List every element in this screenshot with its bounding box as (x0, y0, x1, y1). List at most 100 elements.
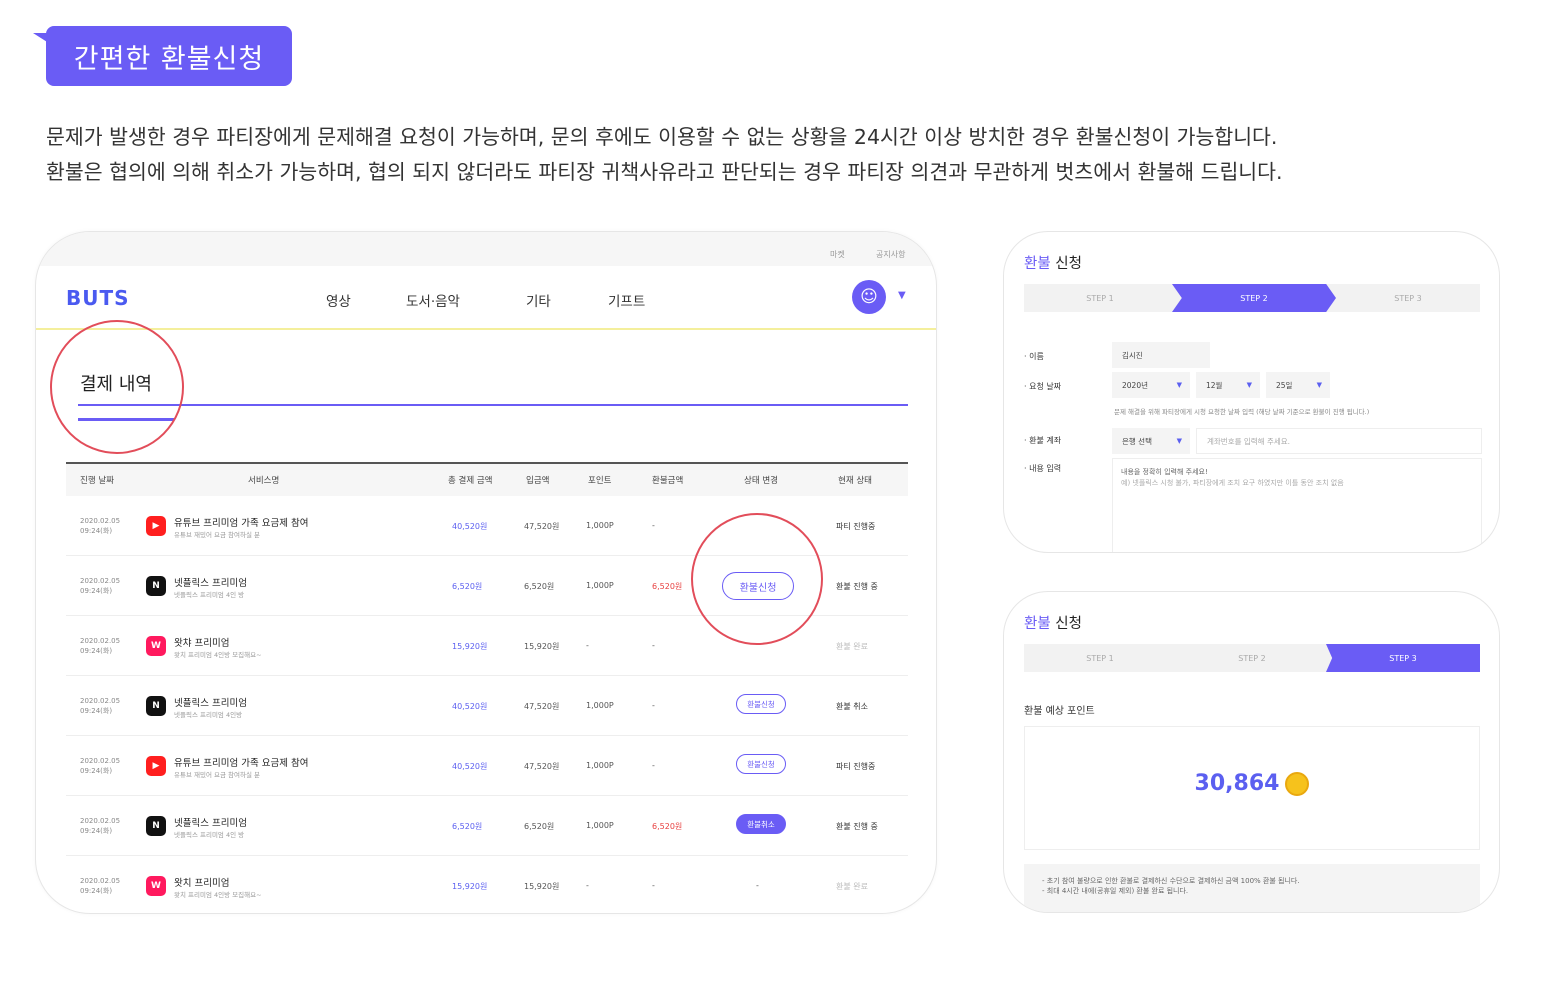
total-amount: 40,520원 (452, 522, 488, 531)
highlight-circle (691, 513, 823, 645)
total-amount: 15,920원 (452, 642, 488, 651)
bank-select[interactable]: 은행 선택 ▼ (1112, 428, 1190, 454)
notice-line-2: - 최대 4시간 내에(공휴일 제외) 환불 완료 됩니다. (1042, 887, 1189, 895)
point-amount: - (586, 881, 589, 890)
nav-gift[interactable]: 기프트 (608, 290, 645, 310)
expected-points-box: 30,864 (1024, 726, 1480, 850)
point-amount: - (586, 641, 589, 650)
day-select[interactable]: 25일 ▼ (1266, 372, 1330, 398)
total-amount: 40,520원 (452, 702, 488, 711)
service-subtitle: 넷플릭스 프리미엄 4인 방 (174, 831, 245, 839)
service-name[interactable]: 왓챠 프리미엄 (174, 635, 229, 649)
row-date: 2020.02.05 09:24(화) (80, 757, 121, 775)
expected-points-label: 환불 예상 포인트 (1024, 706, 1095, 717)
refund-action-button[interactable]: 환불취소 (736, 814, 786, 834)
top-link-market[interactable]: 마켓 (830, 249, 845, 260)
site-header: BUTS 영상 도서·음악 기타 기프트 ☺ ▼ (36, 266, 936, 330)
point-amount: 1,000P (586, 701, 614, 710)
refund-amount: 6,520원 (652, 822, 683, 831)
textarea-placeholder-1: 내용을 정확히 입력해 주세요! (1121, 468, 1208, 476)
service-subtitle: 유튜브 재밌어 요금 참여하실 분 (174, 771, 261, 779)
refund-form-card-step2: 환불 신청 STEP 1 STEP 2 STEP 3 · 이름 김시진 · 요청… (1003, 231, 1500, 553)
label-content: · 내용 입력 (1024, 464, 1062, 473)
step-2-active: STEP 2 (1172, 284, 1336, 312)
netflix-icon: N (146, 816, 166, 836)
textarea-placeholder-2: 예) 넷플릭스 시청 불가, 파티장에게 조치 요구 하였지만 이틀 동안 조치… (1121, 479, 1344, 487)
buts-logo[interactable]: BUTS (66, 286, 130, 310)
column-header: 상태 변경 (744, 476, 778, 486)
service-name[interactable]: 유튜브 프리미엄 가족 요금제 참여 (174, 515, 308, 529)
name-field[interactable]: 김시진 (1112, 342, 1210, 368)
expected-points-value: 30,864 (1025, 771, 1479, 796)
column-header: 서비스명 (248, 476, 280, 486)
row-date: 2020.02.05 09:24(화) (80, 697, 121, 715)
step-2: STEP 2 (1238, 653, 1266, 663)
status-badge: 파티 진행중 (836, 762, 876, 771)
total-amount: 6,520원 (452, 582, 483, 591)
youtube-icon: ▶ (146, 756, 166, 776)
paid-amount: 47,520원 (524, 522, 560, 531)
netflix-icon: N (146, 576, 166, 596)
refund-action-button[interactable]: 환불신청 (736, 694, 786, 714)
chevron-down-icon: ▼ (1316, 381, 1322, 389)
netflix-icon: N (146, 696, 166, 716)
service-subtitle: 넷플릭스 프리미엄 4인방 (174, 711, 243, 719)
refund-amount: 6,520원 (652, 582, 683, 591)
service-subtitle: 왓치 프리미엄 4인방 모집해요~ (174, 651, 262, 659)
youtube-icon: ▶ (146, 516, 166, 536)
total-amount: 40,520원 (452, 762, 488, 771)
point-amount: 1,000P (586, 821, 614, 830)
step-indicator: STEP 1 STEP 2 STEP 3 (1024, 644, 1480, 672)
date-note: 문제 해결을 위해 파티장에게 시청 요청한 날짜 입력 (해당 날짜 기준으로… (1114, 408, 1370, 416)
status-badge: 파티 진행중 (836, 522, 876, 531)
step-indicator: STEP 1 STEP 2 STEP 3 (1024, 284, 1480, 312)
label-name: · 이름 (1024, 352, 1044, 361)
nav-video[interactable]: 영상 (326, 290, 351, 310)
step-1: STEP 1 (1086, 653, 1114, 663)
month-select[interactable]: 12월 ▼ (1196, 372, 1260, 398)
row-date: 2020.02.05 09:24(화) (80, 637, 121, 655)
step-3-active: STEP 3 (1326, 644, 1480, 672)
highlight-circle (50, 320, 184, 454)
table-row[interactable]: 2020.02.05 09:24(화) W 왓치 프리미엄 왓치 프리미엄 4인방 모집… (66, 856, 908, 913)
table-row[interactable]: 2020.02.05 09:24(화) ▶ 유튜브 프리미엄 가족 요금제 참여유튜브… (66, 736, 908, 796)
point-amount: 1,000P (586, 581, 614, 590)
year-select[interactable]: 2020년 ▼ (1112, 372, 1190, 398)
refund-action-button[interactable]: 환불신청 (736, 754, 786, 774)
service-name[interactable]: 넷플릭스 프리미엄 (174, 695, 247, 709)
column-header: 진행 날짜 (80, 476, 114, 486)
total-amount: 6,520원 (452, 822, 483, 831)
table-row[interactable]: 2020.02.05 09:24(화) N 넷플릭스 프리미엄넷플릭스 프리미엄 4인… (66, 676, 908, 736)
content-textarea[interactable]: 내용을 정확히 입력해 주세요! 예) 넷플릭스 시청 불가, 파티장에게 조치… (1112, 458, 1482, 552)
nav-etc[interactable]: 기타 (526, 290, 551, 310)
chevron-down-icon: ▼ (1246, 381, 1252, 389)
card-title: 환불 신청 (1024, 616, 1082, 632)
total-amount: 15,920원 (452, 882, 488, 891)
column-header: 환불금액 (652, 476, 684, 486)
refund-amount: - (652, 521, 655, 530)
top-link-notice[interactable]: 공지사항 (876, 249, 905, 260)
service-name[interactable]: 유튜브 프리미엄 가족 요금제 참여 (174, 755, 308, 769)
description: 문제가 발생한 경우 파티장에게 문제해결 요청이 가능하며, 문의 후에도 이… (46, 120, 1516, 190)
nav-books-music[interactable]: 도서·음악 (406, 290, 460, 310)
status-badge: 환불 취소 (836, 702, 868, 711)
account-number-input[interactable]: 계좌번호를 입력해 주세요. (1196, 428, 1482, 454)
column-header: 총 결제 금액 (448, 476, 493, 486)
chevron-down-icon[interactable]: ▼ (898, 290, 906, 301)
payment-history-window: 마켓 공지사항 BUTS 영상 도서·음악 기타 기프트 ☺ ▼ 결제 내역 진… (35, 231, 937, 914)
paid-amount: 6,520원 (524, 582, 555, 591)
top-utility-bar: 마켓 공지사항 (36, 232, 936, 266)
refund-amount: - (652, 881, 655, 890)
paid-amount: 6,520원 (524, 822, 555, 831)
refund-amount: - (652, 641, 655, 650)
service-name[interactable]: 왓치 프리미엄 (174, 875, 229, 889)
table-row[interactable]: 2020.02.05 09:24(화) N 넷플릭스 프리미엄 넷플릭스 프리미엄 4인… (66, 796, 908, 856)
service-name[interactable]: 넷플릭스 프리미엄 (174, 575, 247, 589)
service-name[interactable]: 넷플릭스 프리미엄 (174, 815, 247, 829)
paid-amount: 47,520원 (524, 702, 560, 711)
point-amount: 1,000P (586, 521, 614, 530)
status-badge: 환불 진행 중 (836, 822, 878, 831)
step-3: STEP 3 (1394, 293, 1422, 303)
user-avatar-icon[interactable]: ☺ (852, 280, 886, 314)
paid-amount: 47,520원 (524, 762, 560, 771)
